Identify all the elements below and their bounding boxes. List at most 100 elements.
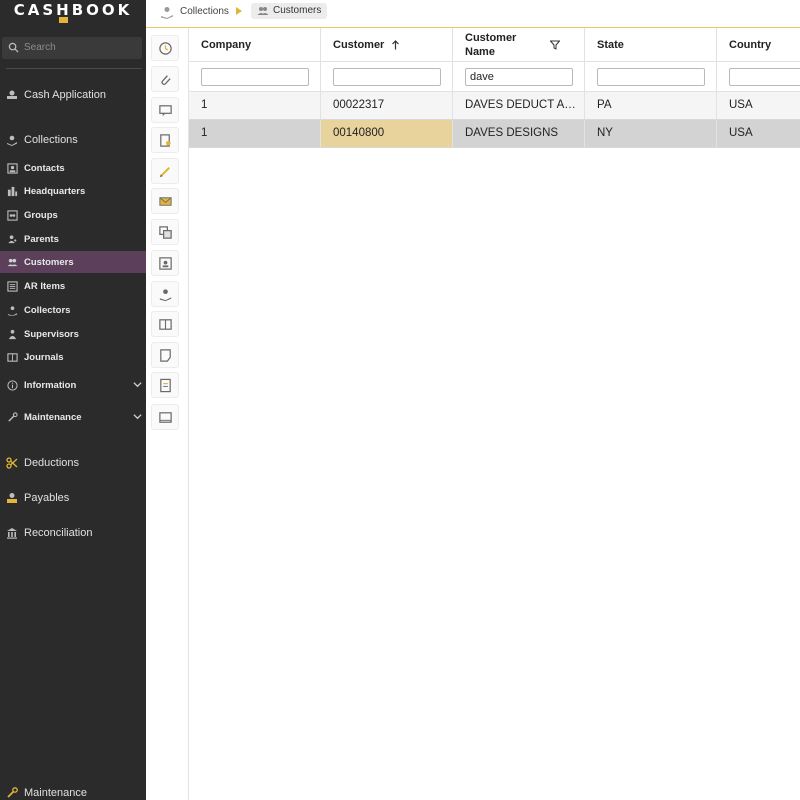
company-filter-input[interactable] <box>201 68 309 86</box>
column-header-company[interactable]: Company <box>189 28 321 62</box>
sidebar-item-label: Supervisors <box>24 328 79 340</box>
book-button[interactable] <box>151 311 179 337</box>
cell-company[interactable]: 1 <box>189 120 321 147</box>
comment-icon <box>159 105 172 117</box>
sidebar-item-cash-application[interactable]: Cash Application <box>0 84 146 106</box>
breadcrumb: Collections Customers <box>146 0 800 28</box>
sidebar-item-ar-items[interactable]: AR Items <box>0 275 146 297</box>
cell-customer-name[interactable]: DAVES DEDUCT ACCOUNT <box>453 92 585 119</box>
attachment-button[interactable] <box>151 66 179 92</box>
table-row-selected[interactable]: 1 00140800 DAVES DESIGNS NY USA <box>189 120 800 148</box>
collector-button[interactable] <box>151 281 179 307</box>
parents-icon <box>8 234 17 243</box>
sidebar-item-label: Maintenance <box>24 787 87 799</box>
chevron-down-icon[interactable] <box>133 412 142 421</box>
collector-icon <box>159 289 172 302</box>
breadcrumb-current-label: Customers <box>273 5 322 16</box>
breadcrumb-collections-link[interactable]: Collections <box>180 6 229 17</box>
filter-cell-country <box>717 62 800 92</box>
collections-icon <box>7 135 17 146</box>
sidebar-item-reconciliation[interactable]: Reconciliation <box>0 522 146 544</box>
column-header-state[interactable]: State <box>585 28 717 62</box>
sidebar-item-groups[interactable]: Groups <box>0 204 146 226</box>
filter-cell-state <box>585 62 717 92</box>
mail-button[interactable] <box>151 188 179 214</box>
contact-card-icon <box>159 257 172 270</box>
customer-name-filter-input[interactable] <box>465 68 573 86</box>
cell-customer-name[interactable]: DAVES DESIGNS <box>453 120 585 147</box>
sidebar-item-parents[interactable]: Parents <box>0 228 146 250</box>
country-filter-input[interactable] <box>729 68 800 86</box>
customers-grid: Company Customer Customer Name State Cou… <box>189 28 800 800</box>
report-button[interactable] <box>151 372 179 398</box>
sidebar-divider <box>6 68 142 69</box>
table-row[interactable]: 1 00022317 DAVES DEDUCT ACCOUNT PA USA <box>189 92 800 120</box>
column-header-country[interactable]: Country <box>717 28 800 62</box>
note-button[interactable] <box>151 342 179 368</box>
copy-icon <box>159 226 172 239</box>
comment-button[interactable] <box>151 97 179 123</box>
cell-country[interactable]: USA <box>717 92 800 119</box>
mail-icon <box>159 197 172 206</box>
customer-filter-input[interactable] <box>333 68 441 86</box>
cell-company[interactable]: 1 <box>189 92 321 119</box>
customers-icon <box>7 258 18 266</box>
sidebar-item-journals[interactable]: Journals <box>0 346 146 368</box>
book-icon <box>159 319 172 330</box>
cash-application-icon <box>7 90 17 99</box>
maintenance-icon <box>8 411 18 422</box>
filter-cell-customer-name <box>453 62 585 92</box>
sidebar-item-label: Maintenance <box>24 411 82 423</box>
column-header-label: Country <box>729 38 772 51</box>
history-button[interactable] <box>151 35 179 61</box>
journals-icon <box>7 352 18 362</box>
sidebar-item-contacts[interactable]: Contacts <box>0 157 146 179</box>
copy-button[interactable] <box>151 219 179 245</box>
cell-state[interactable]: PA <box>585 92 717 119</box>
edit-button[interactable] <box>151 158 179 184</box>
payables-icon <box>7 493 17 503</box>
logo[interactable]: CASHBOOK <box>0 0 146 28</box>
reconciliation-icon <box>7 528 17 539</box>
logo-mark-icon <box>59 17 68 23</box>
contacts-icon <box>7 162 18 174</box>
sidebar-item-label: Customers <box>24 256 74 268</box>
cell-state[interactable]: NY <box>585 120 717 147</box>
filter-row <box>189 62 800 92</box>
column-header-customer-name[interactable]: Customer Name <box>453 28 585 62</box>
column-header-customer[interactable]: Customer <box>321 28 453 62</box>
contact-card-button[interactable] <box>151 250 179 276</box>
filter-icon[interactable] <box>550 40 560 50</box>
sidebar-item-maintenance-footer[interactable]: Maintenance <box>0 782 146 800</box>
chevron-right-icon <box>236 7 242 15</box>
sidebar-item-collectors[interactable]: Collectors <box>0 299 146 321</box>
cell-customer[interactable]: 00022317 <box>321 92 453 119</box>
search-icon <box>8 42 19 53</box>
sidebar-item-collections[interactable]: Collections <box>0 129 146 151</box>
information-icon <box>7 379 18 391</box>
sidebar-item-information[interactable]: Information <box>0 374 146 396</box>
sort-ascending-icon <box>392 40 399 50</box>
chevron-down-icon[interactable] <box>133 380 142 389</box>
state-filter-input[interactable] <box>597 68 705 86</box>
search-placeholder: Search <box>24 42 56 53</box>
document-icon <box>160 134 171 147</box>
sidebar-item-headquarters[interactable]: Headquarters <box>0 180 146 202</box>
customers-icon <box>257 7 269 15</box>
cell-customer-focused[interactable]: 00140800 <box>321 120 453 147</box>
cell-country[interactable]: USA <box>717 120 800 147</box>
note-icon <box>160 349 171 362</box>
filter-cell-company <box>189 62 321 92</box>
collections-icon <box>161 7 173 19</box>
sidebar-item-deductions[interactable]: Deductions <box>0 452 146 474</box>
message-button[interactable] <box>151 404 179 430</box>
tool-strip <box>146 28 189 800</box>
document-button[interactable] <box>151 127 179 153</box>
sidebar-item-supervisors[interactable]: Supervisors <box>0 323 146 345</box>
report-icon <box>160 378 171 393</box>
history-icon <box>159 42 172 55</box>
search-input[interactable]: Search <box>2 37 142 59</box>
sidebar-item-customers[interactable]: Customers <box>0 251 146 273</box>
sidebar-item-maintenance[interactable]: Maintenance <box>0 406 146 428</box>
sidebar-item-payables[interactable]: Payables <box>0 487 146 509</box>
